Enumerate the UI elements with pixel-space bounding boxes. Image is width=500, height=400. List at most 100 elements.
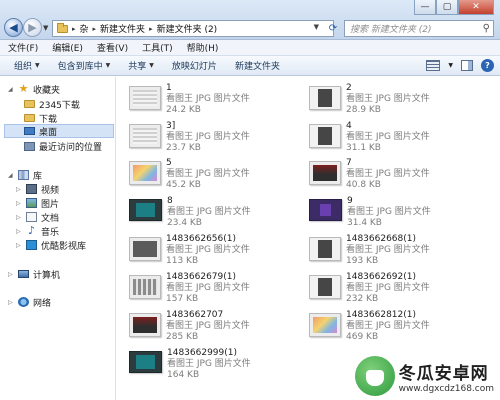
nav-computer[interactable]: ▷ 计算机 [8,267,60,281]
maximize-button[interactable]: ▢ [436,0,458,15]
nav-favorites[interactable]: ◢ ★ 收藏夹 [8,82,60,96]
nav-item-label: 优酷影视库 [41,241,87,252]
forward-button[interactable]: ▶ [23,18,42,37]
file-item[interactable]: 3] 看图王 JPG 图片文件 23.7 KB [129,120,299,153]
chevron-down-icon[interactable]: ▼ [448,62,453,69]
slideshow-button[interactable]: 放映幻灯片 [172,59,217,72]
image-thumbnail-icon [309,313,341,337]
recent-pages-dropdown[interactable]: ▼ [43,24,48,32]
breadcrumb-separator: ▸ [149,24,153,33]
breadcrumb-separator: ▸ [92,24,97,33]
back-button[interactable]: ◀ [4,18,23,37]
nav-item-desktop[interactable]: 桌面 [4,124,114,138]
preview-pane-icon[interactable] [461,60,473,71]
file-item[interactable]: 4 看图王 JPG 图片文件 31.1 KB [309,120,479,153]
new-folder-button[interactable]: 新建文件夹 [235,59,280,72]
file-name: 4 [346,121,352,131]
breadcrumb-item[interactable]: 杂 [80,22,89,35]
nav-item-music[interactable]: ▷ ♪ 音乐 [16,224,59,238]
nav-item-label: 下载 [39,114,58,125]
expand-triangle-icon[interactable]: ▷ [16,186,22,193]
file-item[interactable]: 8 看图王 JPG 图片文件 23.4 KB [129,195,299,228]
file-item[interactable]: 5 看图王 JPG 图片文件 45.2 KB [129,157,299,190]
file-size: 28.9 KB [346,105,381,115]
menu-help[interactable]: 帮助(H) [187,41,219,54]
nav-libraries[interactable]: ◢ 库 [8,168,42,182]
navigation-pane: ◢ ★ 收藏夹 2345下载 下载 桌面 最近访问的位置 ◢ 库 ▷ 视频 ▷ … [0,77,116,400]
file-size: 285 KB [166,332,199,342]
expand-triangle-icon[interactable]: ◢ [8,86,14,93]
organize-button[interactable]: 组织 ▼ [14,59,40,72]
file-item[interactable]: 1 看图王 JPG 图片文件 24.2 KB [129,82,299,115]
address-bar[interactable]: ▸ 杂 ▸ 新建文件夹 ▸ 新建文件夹 (2) ▼ [52,20,334,37]
image-thumbnail-icon [309,237,341,261]
expand-triangle-icon[interactable]: ▷ [16,228,22,235]
menu-view[interactable]: 查看(V) [97,41,128,54]
file-item[interactable]: 1483662999(1) 看图王 JPG 图片文件 164 KB [129,347,299,380]
computer-icon [18,270,29,278]
expand-triangle-icon[interactable]: ▷ [8,299,14,306]
file-item[interactable]: 1483662707 看图王 JPG 图片文件 285 KB [129,309,299,342]
search-input[interactable]: 搜索 新建文件夹 (2) ⚲ [344,20,494,37]
file-name: 1 [166,83,172,93]
file-item[interactable]: 1483662692(1) 看图王 JPG 图片文件 232 KB [309,271,479,304]
file-name: 2 [346,83,352,93]
nav-item-pictures[interactable]: ▷ 图片 [16,196,59,210]
breadcrumb-item[interactable]: 新建文件夹 [100,22,145,35]
breadcrumb-item[interactable]: 新建文件夹 (2) [157,22,218,35]
file-item[interactable]: 1483662812(1) 看图王 JPG 图片文件 469 KB [309,309,479,342]
file-item[interactable]: 1483662656(1) 看图王 JPG 图片文件 113 KB [129,233,299,266]
file-item[interactable]: 7 看图王 JPG 图片文件 40.8 KB [309,157,479,190]
change-view-icon[interactable] [426,60,441,71]
share-button[interactable]: 共享 ▼ [128,59,154,72]
nav-item-downloads[interactable]: 下载 [24,111,57,125]
menu-file[interactable]: 文件(F) [8,41,38,54]
file-size: 113 KB [166,256,199,266]
expand-triangle-icon[interactable]: ▷ [16,214,22,221]
organize-label: 组织 [14,62,33,72]
file-size: 31.1 KB [346,143,381,153]
close-button[interactable]: ✕ [458,0,494,15]
menu-tools[interactable]: 工具(T) [142,41,173,54]
file-item[interactable]: 1483662668(1) 看图王 JPG 图片文件 193 KB [309,233,479,266]
refresh-icon[interactable]: ⟳ [326,21,340,36]
nav-network[interactable]: ▷ 网络 [8,295,51,309]
expand-triangle-icon[interactable]: ▷ [16,200,22,207]
watermark-url: www.dgxcdz168.com [398,383,494,394]
nav-favorites-label: 收藏夹 [33,85,61,96]
help-icon[interactable]: ? [481,59,494,72]
breadcrumb-separator: ▸ [72,24,76,33]
toolbar-right: ▼ ? [426,59,494,72]
watermark-title: 冬瓜安卓网 [398,363,489,384]
file-item[interactable]: 1483662679(1) 看图王 JPG 图片文件 157 KB [129,271,299,304]
network-icon [18,297,29,307]
expand-triangle-icon[interactable]: ▷ [16,242,22,249]
nav-item-2345-downloads[interactable]: 2345下载 [24,97,80,111]
menu-edit[interactable]: 编辑(E) [52,41,83,54]
file-name: 5 [166,158,172,168]
recent-places-icon [24,141,35,151]
youku-icon [26,240,37,250]
search-icon[interactable]: ⚲ [483,23,490,34]
file-size: 157 KB [166,294,199,304]
file-name: 8 [167,196,173,206]
image-thumbnail-icon [129,161,161,185]
nav-item-videos[interactable]: ▷ 视频 [16,182,59,196]
nav-network-label: 网络 [33,298,52,309]
minimize-button[interactable]: — [414,0,436,15]
include-in-library-button[interactable]: 包含到库中 ▼ [58,59,111,72]
nav-item-youku-library[interactable]: ▷ 优酷影视库 [16,238,86,252]
folder-icon [24,100,35,108]
file-item[interactable]: 2 看图王 JPG 图片文件 28.9 KB [309,82,479,115]
nav-computer-label: 计算机 [33,270,61,281]
expand-triangle-icon[interactable]: ▷ [8,271,14,278]
chevron-down-icon[interactable]: ▼ [314,23,319,31]
file-item[interactable]: 9 看图王 JPG 图片文件 31.4 KB [309,195,479,228]
menu-bar: 文件(F) 编辑(E) 查看(V) 工具(T) 帮助(H) [0,40,500,56]
file-type: 看图王 JPG 图片文件 [166,321,250,331]
nav-item-recent-places[interactable]: 最近访问的位置 [24,139,102,153]
file-name: 1483662656(1) [166,234,237,244]
expand-triangle-icon[interactable]: ◢ [8,172,14,179]
nav-item-documents[interactable]: ▷ 文档 [16,210,59,224]
watermark-logo-icon [354,356,395,396]
